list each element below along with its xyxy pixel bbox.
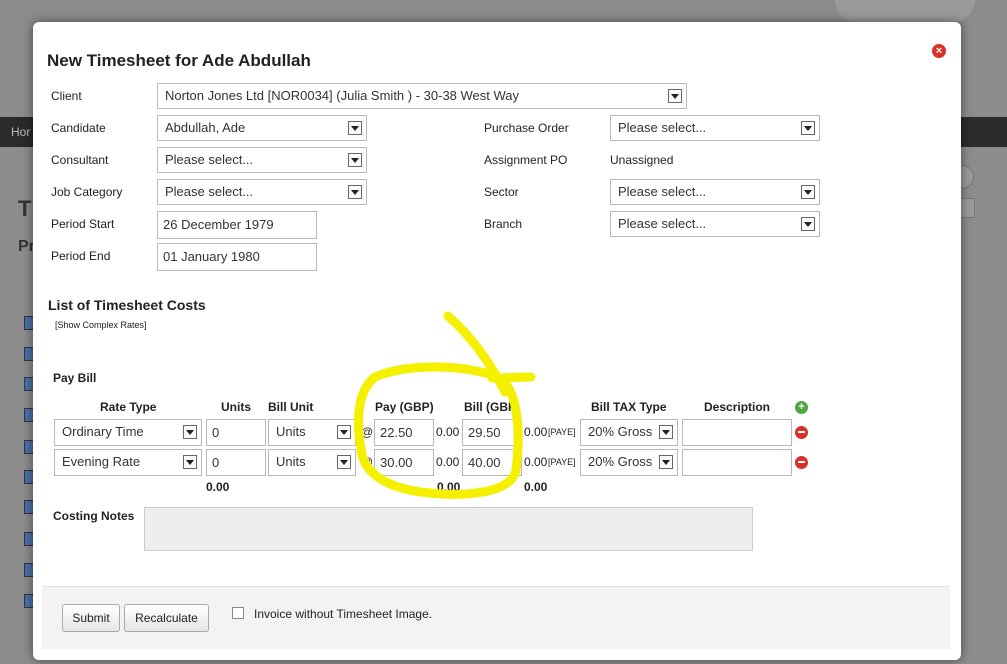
chevron-down-icon — [337, 425, 351, 439]
at-symbol: @ — [361, 425, 374, 439]
rate-type-value: Ordinary Time — [62, 424, 144, 439]
submit-button[interactable]: Submit — [62, 604, 120, 632]
period-end-input[interactable]: 01 January 1980 — [157, 243, 317, 271]
pay-grand-total: 0.00 — [437, 480, 461, 494]
client-select-value: Norton Jones Ltd [NOR0034] (Julia Smith … — [165, 88, 520, 103]
add-row-icon[interactable]: + — [795, 401, 808, 414]
sector-select-value: Please select... — [618, 184, 707, 199]
header-description: Description — [704, 400, 771, 414]
remove-row-icon[interactable] — [795, 426, 808, 439]
chevron-down-icon — [348, 185, 362, 199]
period-start-label: Period Start — [51, 217, 115, 231]
bill-unit-select[interactable]: Units — [268, 449, 356, 476]
description-input[interactable] — [682, 419, 792, 446]
bill-unit-select[interactable]: Units — [268, 419, 356, 446]
chevron-down-icon — [348, 153, 362, 167]
header-bill: Bill (GBP) — [464, 400, 520, 414]
consultant-select-value: Please select... — [165, 152, 254, 167]
pay-input[interactable]: 30.00 — [374, 449, 434, 476]
bill-total: 0.00 — [524, 425, 548, 439]
bill-unit-value: Units — [276, 454, 306, 469]
pay-bill-label: Pay Bill — [53, 371, 97, 385]
description-input[interactable] — [682, 449, 792, 476]
chevron-down-icon — [659, 455, 673, 469]
pay-total: 0.00 — [436, 425, 460, 439]
branch-select[interactable]: Please select... — [610, 211, 820, 237]
consultant-select[interactable]: Please select... — [157, 147, 367, 173]
rate-type-select[interactable]: Ordinary Time — [54, 419, 202, 446]
chevron-down-icon — [183, 455, 197, 469]
modal-title: New Timesheet for Ade Abdullah — [47, 51, 311, 70]
units-input[interactable]: 0 — [206, 419, 266, 446]
rate-type-value: Evening Rate — [62, 454, 141, 469]
chevron-down-icon — [668, 89, 682, 103]
consultant-label: Consultant — [51, 153, 109, 167]
period-end-label: Period End — [51, 249, 111, 263]
sector-label: Sector — [484, 185, 519, 199]
period-start-input[interactable]: 26 December 1979 — [157, 211, 317, 239]
show-complex-rates-link[interactable]: [Show Complex Rates] — [55, 320, 147, 330]
header-pay: Pay (GBP) — [375, 400, 434, 414]
close-icon[interactable]: × — [932, 44, 946, 58]
chevron-down-icon — [801, 185, 815, 199]
bill-tax-type-value: 20% Gross — [588, 454, 653, 469]
invoice-without-image-checkbox[interactable] — [232, 607, 244, 619]
chevron-down-icon — [801, 217, 815, 231]
header-bill-tax-type: Bill TAX Type — [591, 400, 667, 414]
costing-notes-label: Costing Notes — [53, 509, 135, 523]
chevron-down-icon — [659, 425, 673, 439]
branch-label: Branch — [484, 217, 523, 231]
chevron-down-icon — [337, 455, 351, 469]
bill-unit-value: Units — [276, 424, 306, 439]
client-label: Client — [51, 89, 82, 103]
bill-total: 0.00 — [524, 455, 548, 469]
remove-row-icon[interactable] — [795, 456, 808, 469]
candidate-select[interactable]: Abdullah, Ade — [157, 115, 367, 141]
bill-input[interactable]: 40.00 — [462, 449, 522, 476]
candidate-select-value: Abdullah, Ade — [165, 120, 246, 135]
invoice-without-image-label: Invoice without Timesheet Image. — [254, 607, 433, 621]
header-bill-unit: Bill Unit — [268, 400, 314, 414]
sector-select[interactable]: Please select... — [610, 179, 820, 205]
assignment-po-label: Assignment PO — [484, 153, 568, 167]
bill-tax-type-select[interactable]: 20% Gross — [580, 449, 678, 476]
pay-input[interactable]: 22.50 — [374, 419, 434, 446]
rate-type-select[interactable]: Evening Rate — [54, 449, 202, 476]
purchase-order-select[interactable]: Please select... — [610, 115, 820, 141]
paye-tag: [PAYE] — [548, 457, 576, 467]
branch-select-value: Please select... — [618, 216, 707, 231]
bill-input[interactable]: 29.50 — [462, 419, 522, 446]
assignment-po-value: Unassigned — [610, 153, 674, 167]
job-category-select[interactable]: Please select... — [157, 179, 367, 205]
units-input[interactable]: 0 — [206, 449, 266, 476]
costs-section-title: List of Timesheet Costs — [48, 297, 206, 313]
logo — [835, 0, 975, 22]
job-category-select-value: Please select... — [165, 184, 254, 199]
costing-notes-textarea[interactable] — [144, 507, 753, 551]
bill-tax-type-value: 20% Gross — [588, 424, 653, 439]
recalculate-button[interactable]: Recalculate — [124, 604, 209, 632]
units-total: 0.00 — [206, 480, 230, 494]
nav-home-link: Hor — [11, 125, 31, 139]
header-rate-type: Rate Type — [100, 400, 157, 414]
purchase-order-select-value: Please select... — [618, 120, 707, 135]
chevron-down-icon — [801, 121, 815, 135]
pay-total: 0.00 — [436, 455, 460, 469]
header-units: Units — [221, 400, 251, 414]
purchase-order-label: Purchase Order — [484, 121, 569, 135]
at-symbol: @ — [361, 455, 374, 469]
background-heading: T — [18, 196, 32, 221]
bill-grand-total: 0.00 — [524, 480, 548, 494]
candidate-label: Candidate — [51, 121, 106, 135]
paye-tag: [PAYE] — [548, 427, 576, 437]
client-select[interactable]: Norton Jones Ltd [NOR0034] (Julia Smith … — [157, 83, 687, 109]
job-category-label: Job Category — [51, 185, 123, 199]
bill-tax-type-select[interactable]: 20% Gross — [580, 419, 678, 446]
chevron-down-icon — [348, 121, 362, 135]
chevron-down-icon — [183, 425, 197, 439]
